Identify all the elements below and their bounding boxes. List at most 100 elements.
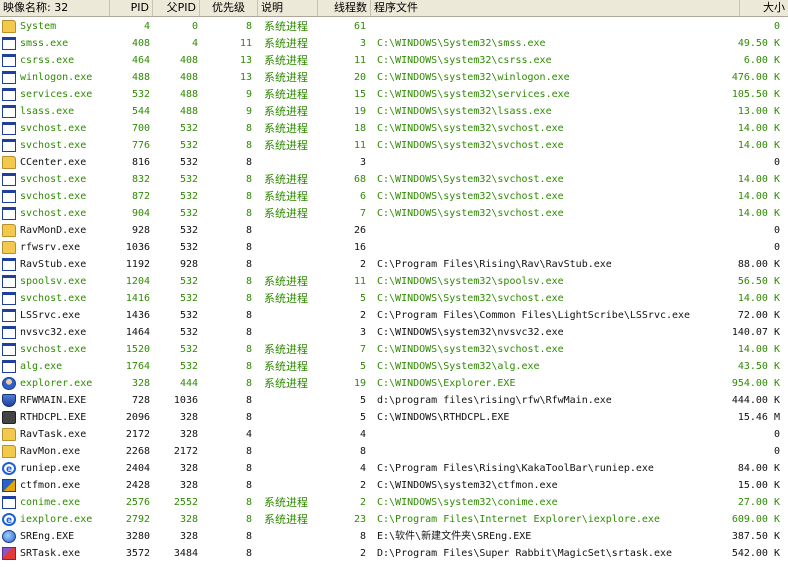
window-icon bbox=[2, 37, 16, 50]
size-cell: 27.00 K bbox=[737, 497, 780, 508]
ppid-cell: 0 bbox=[191, 21, 198, 32]
priority-cell: 8 bbox=[245, 259, 252, 270]
window-icon bbox=[2, 139, 16, 152]
description-cell bbox=[264, 256, 324, 273]
column-header-path[interactable]: 程序文件 bbox=[371, 0, 740, 16]
threads-cell: 7 bbox=[359, 208, 366, 219]
table-row[interactable]: csrss.exe 464 408 13 系统进程 11 C:\WINDOWS\system… bbox=[0, 52, 788, 69]
table-row[interactable]: SRTask.exe 3572 3484 8 2 D:\Program Files\Sup… bbox=[0, 545, 788, 562]
table-row[interactable]: iexplore.exe 2792 328 8 系统进程 23 C:\Program Fil… bbox=[0, 511, 788, 528]
threads-cell: 2 bbox=[359, 497, 366, 508]
process-name: svchost.exe bbox=[20, 140, 87, 151]
process-name: alg.exe bbox=[20, 361, 63, 372]
table-row[interactable]: RTHDCPL.EXE 2096 328 8 5 C:\WINDOWS\RTHDCPL.E… bbox=[0, 409, 788, 426]
threads-cell: 6 bbox=[359, 191, 366, 202]
column-header-threads[interactable]: 线程数 bbox=[318, 0, 371, 16]
size-cell: 0 bbox=[773, 225, 780, 236]
priority-cell: 8 bbox=[245, 497, 252, 508]
priority-cell: 8 bbox=[245, 293, 252, 304]
ppid-cell: 328 bbox=[179, 480, 198, 491]
path-cell: C:\Program Files\Rising\KakaToolBar\runi… bbox=[377, 463, 654, 474]
table-row[interactable]: RavMonD.exe 928 532 8 26 0 bbox=[0, 222, 788, 239]
ppid-cell: 532 bbox=[179, 140, 198, 151]
pid-cell: 1520 bbox=[125, 344, 150, 355]
table-row[interactable]: RavTask.exe 2172 328 4 4 0 bbox=[0, 426, 788, 443]
process-name: svchost.exe bbox=[20, 344, 87, 355]
pid-cell: 1036 bbox=[125, 242, 150, 253]
priority-cell: 8 bbox=[245, 242, 252, 253]
process-name: SREng.EXE bbox=[20, 531, 75, 542]
table-row[interactable]: ctfmon.exe 2428 328 8 2 C:\WINDOWS\system32\c… bbox=[0, 477, 788, 494]
description-cell: 系统进程 bbox=[264, 292, 308, 305]
table-row[interactable]: SREng.EXE 3280 328 8 8 E:\软件\新建文件夹\SREng.EXE 3… bbox=[0, 528, 788, 545]
column-header-bar: 映像名称: 32 PID 父PID 优先级 说明 线程数 程序文件 大小 bbox=[0, 0, 788, 17]
table-row[interactable]: RFWMAIN.EXE 728 1036 8 5 d:\program files\ris… bbox=[0, 392, 788, 409]
table-row[interactable]: LSSrvc.exe 1436 532 8 2 C:\Program Files\Comm… bbox=[0, 307, 788, 324]
window-icon bbox=[2, 173, 16, 186]
process-name: System bbox=[20, 21, 57, 32]
ppid-cell: 532 bbox=[179, 361, 198, 372]
table-row[interactable]: smss.exe 408 4 11 系统进程 3 C:\WINDOWS\System32\s… bbox=[0, 35, 788, 52]
table-row[interactable]: svchost.exe 1416 532 8 系统进程 5 C:\WINDOWS\Syste… bbox=[0, 290, 788, 307]
table-row[interactable]: nvsvc32.exe 1464 532 8 3 C:\WINDOWS\system32\… bbox=[0, 324, 788, 341]
path-cell: C:\WINDOWS\System32\svchost.exe bbox=[377, 174, 564, 185]
table-row[interactable]: rfwsrv.exe 1036 532 8 16 0 bbox=[0, 239, 788, 256]
ppid-cell: 488 bbox=[179, 106, 198, 117]
priority-cell: 9 bbox=[245, 106, 252, 117]
column-header-description[interactable]: 说明 bbox=[258, 0, 318, 16]
path-cell bbox=[377, 154, 707, 171]
table-row[interactable]: spoolsv.exe 1204 532 8 系统进程 11 C:\WINDOWS\syst… bbox=[0, 273, 788, 290]
table-row[interactable]: RavStub.exe 1192 928 8 2 C:\Program Files\Ris… bbox=[0, 256, 788, 273]
priority-cell: 8 bbox=[245, 412, 252, 423]
threads-cell: 3 bbox=[359, 157, 366, 168]
table-row[interactable]: svchost.exe 832 532 8 系统进程 68 C:\WINDOWS\Syste… bbox=[0, 171, 788, 188]
table-row[interactable]: RavMon.exe 2268 2172 8 8 0 bbox=[0, 443, 788, 460]
description-cell: 系统进程 bbox=[264, 20, 308, 33]
column-header-ppid[interactable]: 父PID bbox=[153, 0, 200, 16]
table-row[interactable]: conime.exe 2576 2552 8 系统进程 2 C:\WINDOWS\syste… bbox=[0, 494, 788, 511]
size-cell: 14.00 K bbox=[737, 123, 780, 134]
table-row[interactable]: runiep.exe 2404 328 8 4 C:\Program Files\Risi… bbox=[0, 460, 788, 477]
window-icon bbox=[2, 360, 16, 373]
column-header-pid[interactable]: PID bbox=[110, 0, 153, 16]
table-row[interactable]: CCenter.exe 816 532 8 3 0 bbox=[0, 154, 788, 171]
table-row[interactable]: alg.exe 1764 532 8 系统进程 5 C:\WINDOWS\System32\… bbox=[0, 358, 788, 375]
process-name: SRTask.exe bbox=[20, 548, 81, 559]
folder-icon bbox=[2, 20, 16, 33]
process-name: RavTask.exe bbox=[20, 429, 87, 440]
threads-cell: 3 bbox=[359, 327, 366, 338]
path-cell bbox=[377, 443, 707, 460]
pid-cell: 728 bbox=[131, 395, 150, 406]
table-row[interactable]: svchost.exe 904 532 8 系统进程 7 C:\WINDOWS\system… bbox=[0, 205, 788, 222]
column-header-size[interactable]: 大小 bbox=[740, 0, 788, 16]
description-cell bbox=[264, 426, 324, 443]
table-row[interactable]: services.exe 532 488 9 系统进程 15 C:\WINDOWS\syst… bbox=[0, 86, 788, 103]
process-name: conime.exe bbox=[20, 497, 81, 508]
pid-cell: 2172 bbox=[125, 429, 150, 440]
table-row[interactable]: System 4 0 8 系统进程 61 0 bbox=[0, 18, 788, 35]
table-row[interactable]: explorer.exe 328 444 8 系统进程 19 C:\WINDOWS\Expl… bbox=[0, 375, 788, 392]
pid-cell: 1436 bbox=[125, 310, 150, 321]
table-row[interactable]: svchost.exe 872 532 8 系统进程 6 C:\WINDOWS\system… bbox=[0, 188, 788, 205]
process-name: svchost.exe bbox=[20, 123, 87, 134]
path-cell: C:\WINDOWS\system32\ctfmon.exe bbox=[377, 480, 558, 491]
table-row[interactable]: svchost.exe 776 532 8 系统进程 11 C:\WINDOWS\syste… bbox=[0, 137, 788, 154]
threads-cell: 2 bbox=[359, 310, 366, 321]
size-cell: 14.00 K bbox=[737, 140, 780, 151]
process-name: explorer.exe bbox=[20, 378, 93, 389]
table-row[interactable]: winlogon.exe 488 408 13 系统进程 20 C:\WINDOWS\sys… bbox=[0, 69, 788, 86]
process-name: nvsvc32.exe bbox=[20, 327, 87, 338]
table-row[interactable]: svchost.exe 700 532 8 系统进程 18 C:\WINDOWS\syste… bbox=[0, 120, 788, 137]
description-cell: 系统进程 bbox=[264, 173, 308, 186]
column-header-priority[interactable]: 优先级 bbox=[200, 0, 258, 16]
table-row[interactable]: lsass.exe 544 488 9 系统进程 19 C:\WINDOWS\system3… bbox=[0, 103, 788, 120]
size-cell: 954.00 K bbox=[731, 378, 780, 389]
table-row[interactable]: svchost.exe 1520 532 8 系统进程 7 C:\WINDOWS\syste… bbox=[0, 341, 788, 358]
description-cell bbox=[264, 528, 324, 545]
column-header-name[interactable]: 映像名称: 32 bbox=[0, 0, 110, 16]
ppid-cell: 328 bbox=[179, 429, 198, 440]
priority-cell: 8 bbox=[245, 548, 252, 559]
threads-cell: 23 bbox=[353, 514, 366, 525]
description-cell: 系统进程 bbox=[264, 37, 308, 50]
process-name: services.exe bbox=[20, 89, 93, 100]
